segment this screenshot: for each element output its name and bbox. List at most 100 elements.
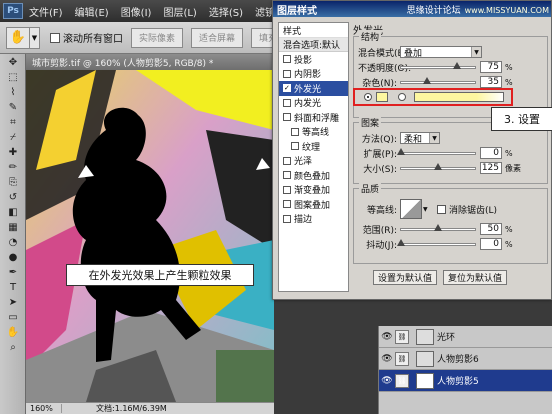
layer-row[interactable]: 👁 ⛓ 光环 bbox=[379, 326, 552, 348]
checkbox-box[interactable] bbox=[50, 32, 60, 43]
photoshop-logo: Ps bbox=[3, 3, 23, 19]
clone-stamp-tool-icon[interactable]: ⎘ bbox=[2, 175, 24, 189]
eraser-tool-icon[interactable]: ◧ bbox=[2, 205, 24, 219]
range-slider-knob[interactable] bbox=[434, 223, 442, 231]
fit-screen-button[interactable]: 适合屏幕 bbox=[191, 27, 244, 48]
style-item[interactable]: 内发光 bbox=[279, 96, 348, 111]
menu-layer[interactable]: 图层(L) bbox=[157, 4, 202, 19]
antialias-label: 消除锯齿(L) bbox=[449, 205, 498, 216]
menu-file[interactable]: 文件(F) bbox=[23, 4, 69, 19]
jitter-slider-knob[interactable] bbox=[397, 238, 405, 246]
layer-row[interactable]: 👁 ⛓ 人物剪影6 bbox=[379, 348, 552, 370]
hand-tool-icon[interactable]: ✋ bbox=[2, 325, 24, 339]
path-select-tool-icon[interactable]: ➤ bbox=[2, 295, 24, 309]
style-item[interactable]: 纹理 bbox=[279, 139, 348, 154]
spread-slider-knob[interactable] bbox=[397, 147, 405, 155]
gradient-tool-icon[interactable]: ▦ bbox=[2, 220, 24, 234]
style-item[interactable]: 图案叠加 bbox=[279, 197, 348, 212]
document-canvas[interactable] bbox=[26, 70, 274, 402]
noise-input[interactable]: 35 bbox=[480, 76, 502, 88]
spread-slider[interactable] bbox=[397, 147, 476, 155]
style-checkbox[interactable] bbox=[283, 214, 291, 223]
style-item[interactable]: 描边 bbox=[279, 212, 348, 227]
style-checkbox[interactable] bbox=[291, 142, 299, 151]
shape-tool-icon[interactable]: ▭ bbox=[2, 310, 24, 324]
menu-select[interactable]: 选择(S) bbox=[203, 4, 249, 19]
layer-row[interactable]: 👁 ⛓ 人物剪影5 bbox=[379, 370, 552, 392]
styles-header[interactable]: 样式 bbox=[279, 23, 348, 38]
document-window: 城市剪影.tif @ 160% (人物剪影5, RGB/8) * 160% 文档… bbox=[26, 54, 274, 414]
history-brush-tool-icon[interactable]: ↺ bbox=[2, 190, 24, 204]
contour-picker[interactable] bbox=[400, 199, 422, 219]
percent-unit: % bbox=[505, 62, 513, 72]
style-item[interactable]: ✓ 外发光 bbox=[279, 81, 348, 96]
style-item[interactable]: 颜色叠加 bbox=[279, 168, 348, 183]
styles-list: 样式 混合选项:默认 投影 内阴影 ✓ 外发光 内发光 斜面和浮雕 等高线 纹理 光泽 颜色叠加渐… bbox=[278, 22, 349, 292]
technique-select[interactable]: 柔和 ▼ bbox=[400, 132, 440, 145]
range-slider[interactable] bbox=[400, 223, 476, 231]
style-item[interactable]: 内阴影 bbox=[279, 67, 348, 82]
reset-default-button[interactable]: 复位为默认值 bbox=[443, 270, 508, 285]
style-item[interactable]: 光泽 bbox=[279, 154, 348, 169]
style-checkbox[interactable] bbox=[283, 55, 291, 64]
opacity-slider[interactable] bbox=[400, 61, 476, 69]
antialias-checkbox[interactable] bbox=[437, 204, 446, 214]
blur-tool-icon[interactable]: ◔ bbox=[2, 235, 24, 249]
blend-mode-select[interactable]: 叠加 ▼ bbox=[400, 46, 482, 59]
style-item[interactable]: 渐变叠加 bbox=[279, 183, 348, 198]
noise-slider-knob[interactable] bbox=[422, 76, 431, 84]
percent-unit: % bbox=[505, 224, 513, 234]
slice-tool-icon[interactable]: ⌿ bbox=[2, 130, 24, 144]
size-input[interactable]: 125 bbox=[480, 162, 502, 174]
style-checkbox[interactable] bbox=[283, 98, 291, 107]
style-checkbox[interactable] bbox=[291, 127, 299, 136]
type-tool-icon[interactable]: T bbox=[2, 280, 24, 294]
style-item[interactable]: 斜面和浮雕 bbox=[279, 110, 348, 125]
style-checkbox[interactable] bbox=[283, 113, 291, 122]
style-checkbox[interactable] bbox=[283, 185, 291, 194]
style-checkbox[interactable] bbox=[283, 171, 291, 180]
menu-edit[interactable]: 编辑(E) bbox=[69, 4, 115, 19]
marquee-tool-icon[interactable]: ⬚ bbox=[2, 70, 24, 84]
style-checkbox[interactable] bbox=[283, 156, 291, 165]
lasso-tool-icon[interactable]: ⌇ bbox=[2, 85, 24, 99]
opacity-slider-knob[interactable] bbox=[452, 61, 461, 69]
spread-input[interactable]: 0 bbox=[480, 147, 502, 159]
jitter-input[interactable]: 0 bbox=[480, 238, 502, 250]
preset-dropdown-icon[interactable]: ▼ bbox=[30, 26, 40, 49]
eye-icon[interactable]: 👁 bbox=[379, 376, 395, 386]
chevron-down-icon[interactable]: ▼ bbox=[423, 206, 431, 213]
range-input[interactable]: 50 bbox=[480, 223, 502, 235]
jitter-slider[interactable] bbox=[397, 238, 476, 246]
quick-select-tool-icon[interactable]: ✎ bbox=[2, 100, 24, 114]
actual-pixels-button[interactable]: 实际像素 bbox=[131, 27, 184, 48]
dodge-tool-icon[interactable]: ● bbox=[2, 250, 24, 264]
document-tab[interactable]: 城市剪影.tif @ 160% (人物剪影5, RGB/8) * bbox=[26, 54, 274, 70]
outer-glow-panel: 外发光 结构 混合模式(E): 叠加 ▼ 不透明度(O): 75 % 杂色(N)… bbox=[353, 22, 548, 297]
menu-image[interactable]: 图像(I) bbox=[115, 4, 158, 19]
healing-brush-tool-icon[interactable]: ✚ bbox=[2, 145, 24, 159]
move-tool-icon[interactable]: ✥ bbox=[2, 55, 24, 69]
crop-tool-icon[interactable]: ⌗ bbox=[2, 115, 24, 129]
style-checkbox[interactable] bbox=[283, 69, 291, 78]
style-item[interactable]: 投影 bbox=[279, 52, 348, 67]
zoom-level[interactable]: 160% bbox=[26, 404, 62, 413]
size-slider[interactable] bbox=[400, 162, 476, 170]
opacity-label: 不透明度(O): bbox=[358, 63, 412, 74]
opacity-input[interactable]: 75 bbox=[480, 61, 502, 73]
style-item[interactable]: 等高线 bbox=[279, 125, 348, 140]
eye-icon[interactable]: 👁 bbox=[379, 354, 395, 364]
brush-tool-icon[interactable]: ✏ bbox=[2, 160, 24, 174]
style-checkbox[interactable] bbox=[283, 200, 291, 209]
size-slider-knob[interactable] bbox=[434, 162, 442, 170]
make-default-button[interactable]: 设置为默认值 bbox=[373, 270, 438, 285]
blending-options-item[interactable]: 混合选项:默认 bbox=[279, 38, 348, 52]
scroll-all-windows-checkbox[interactable]: 滚动所有窗口 bbox=[50, 30, 123, 45]
style-checkbox[interactable]: ✓ bbox=[283, 84, 291, 93]
zoom-tool-icon[interactable]: ⌕ bbox=[2, 340, 24, 354]
noise-slider[interactable] bbox=[400, 76, 476, 84]
eye-icon[interactable]: 👁 bbox=[379, 332, 395, 342]
elements-group: 图案 方法(Q): 柔和 ▼ 扩展(P): 0 % 大小(S): 125 像素 bbox=[353, 116, 548, 184]
hand-tool-preset-icon[interactable]: ✋ bbox=[6, 26, 30, 49]
pen-tool-icon[interactable]: ✒ bbox=[2, 265, 24, 279]
